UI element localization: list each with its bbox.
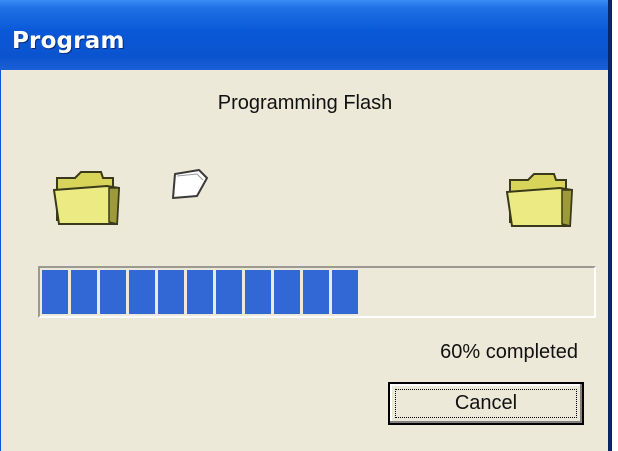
progress-block bbox=[187, 270, 213, 314]
focus-rectangle bbox=[395, 389, 577, 418]
document-icon bbox=[172, 169, 208, 199]
source-folder-icon bbox=[52, 171, 121, 225]
progress-block bbox=[129, 270, 155, 314]
progress-block bbox=[158, 270, 184, 314]
progress-block bbox=[71, 270, 97, 314]
window-title: Program bbox=[12, 28, 125, 54]
progress-status-text: 60% completed bbox=[440, 341, 578, 363]
progress-block bbox=[303, 270, 329, 314]
destination-folder-icon bbox=[505, 173, 574, 227]
progress-fill bbox=[42, 270, 592, 314]
program-dialog: Program Programming Flash 60% completed … bbox=[0, 0, 612, 451]
progress-bar bbox=[38, 266, 596, 318]
operation-caption: Programming Flash bbox=[217, 92, 393, 114]
progress-block bbox=[274, 270, 300, 314]
cancel-button[interactable]: Cancel bbox=[388, 382, 584, 425]
dialog-body: Programming Flash 60% completed Cancel bbox=[0, 70, 608, 451]
progress-block bbox=[42, 270, 68, 314]
progress-block bbox=[332, 270, 358, 314]
progress-block bbox=[216, 270, 242, 314]
title-bar[interactable]: Program bbox=[0, 0, 608, 70]
progress-block bbox=[245, 270, 271, 314]
progress-block bbox=[100, 270, 126, 314]
